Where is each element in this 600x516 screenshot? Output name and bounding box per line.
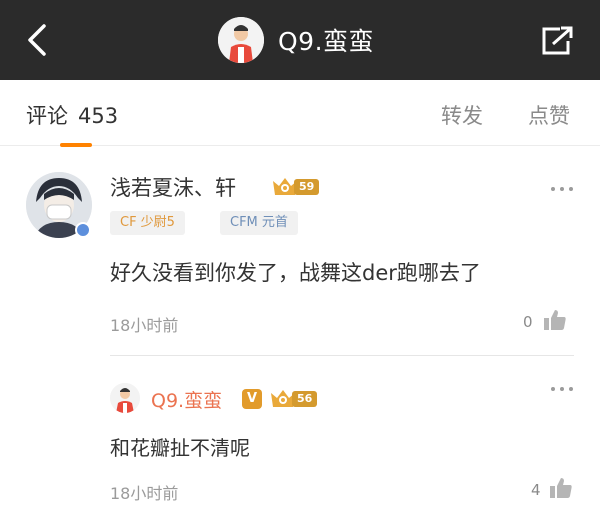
tab-repost[interactable]: 转发: [441, 100, 483, 130]
thumbs-up-icon: [544, 310, 566, 330]
share-button[interactable]: [540, 26, 574, 56]
game-tag-cf: CF 少尉5: [110, 211, 185, 235]
level-badge: 59: [270, 178, 320, 196]
top-bar: Q9.蛮蛮: [0, 0, 600, 80]
comment-time: 18小时前: [110, 316, 179, 335]
reply-level-badge: 56: [268, 390, 318, 408]
page-title: Q9.蛮蛮: [278, 27, 375, 56]
like-button[interactable]: [543, 309, 567, 331]
tab-comments-label: 评论: [26, 104, 68, 128]
more-options-button[interactable]: [551, 185, 573, 193]
header-avatar[interactable]: [218, 17, 264, 63]
reply-level-number: 56: [292, 391, 318, 407]
profile-header[interactable]: Q9.蛮蛮: [218, 16, 374, 64]
tab-like[interactable]: 点赞: [528, 100, 570, 130]
comment-text: 好久没看到你发了，战舞这der跑哪去了: [110, 261, 481, 285]
like-count: 0: [523, 313, 533, 331]
tab-comments[interactable]: 评论 453: [26, 100, 118, 130]
active-tab-indicator: [60, 143, 92, 147]
divider: [110, 355, 574, 356]
game-tag-cfm: CFM 元首: [220, 211, 298, 235]
reply-avatar[interactable]: [110, 383, 140, 413]
commenter-name[interactable]: 浅若夏沫、轩: [110, 172, 236, 202]
tab-bar: 评论 453 转发 点赞: [0, 80, 600, 147]
reply-time: 18小时前: [110, 484, 179, 503]
reply-like-button[interactable]: [549, 477, 573, 499]
reply-like-count: 4: [531, 481, 541, 499]
male-icon: [75, 222, 91, 238]
verified-badge: V: [242, 389, 262, 409]
comment-count: 453: [78, 104, 119, 128]
level-number: 59: [294, 179, 320, 195]
thumbs-up-icon: [550, 478, 572, 498]
chevron-left-icon: [28, 24, 46, 56]
reply-more-options-button[interactable]: [551, 385, 573, 393]
reply-text: 和花瓣扯不清呢: [110, 436, 250, 460]
share-icon: [542, 26, 573, 55]
reply-author-name[interactable]: Q9.蛮蛮: [151, 386, 222, 413]
back-button[interactable]: [20, 22, 56, 58]
